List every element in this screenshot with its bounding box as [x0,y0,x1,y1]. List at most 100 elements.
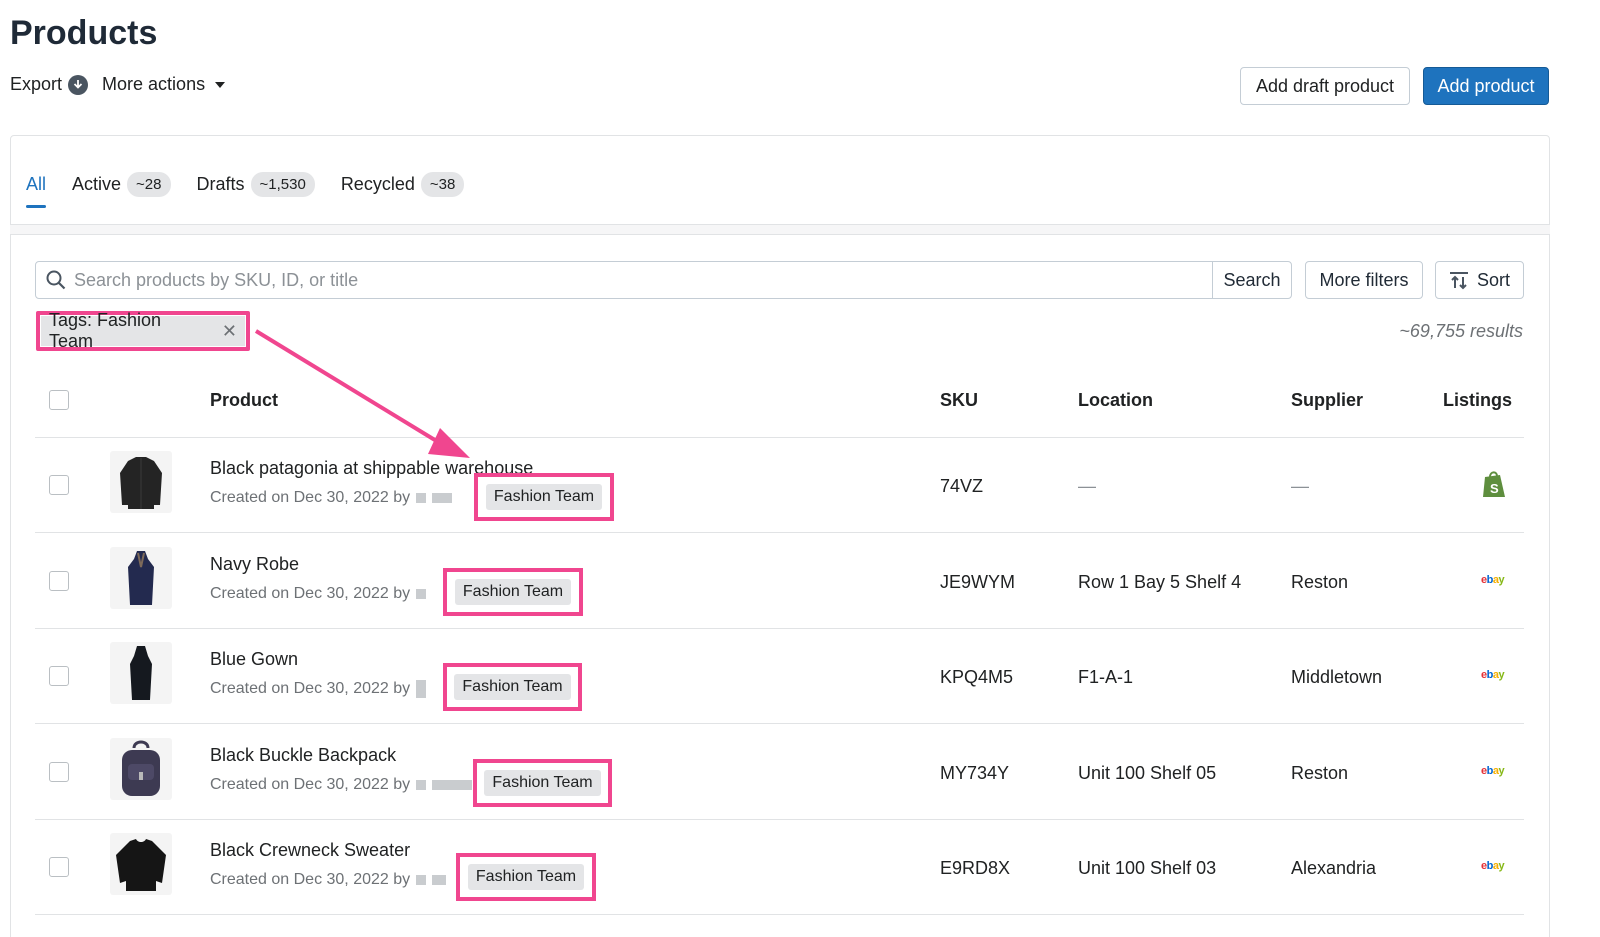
tab-label: Drafts [196,173,245,194]
ebay-icon[interactable]: ebay [1481,860,1505,872]
tab-label: Active [72,173,122,194]
row-checkbox[interactable] [49,762,69,782]
column-header-location[interactable]: Location [1078,390,1153,411]
results-count: ~69,755 results [1399,321,1523,341]
fashion-team-tag[interactable]: Fashion Team [485,484,603,510]
export-button[interactable]: Export [10,74,89,95]
row-checkbox[interactable] [49,475,69,495]
table-row[interactable]: Navy Robe Created on Dec 30, 2022 by Fas… [35,534,1524,629]
fashion-team-tag[interactable]: Fashion Team [454,579,572,605]
redacted-user [416,780,427,790]
sort-icon [1449,272,1468,290]
tag-highlight: Fashion Team [473,759,612,807]
tag-filter-chip-highlight: Tags: Fashion Team ✕ [36,310,250,351]
more-actions-button[interactable]: More actions [102,74,226,95]
column-header-listings[interactable]: Listings [1443,390,1512,411]
product-name[interactable]: Blue Gown [210,649,298,670]
table-row[interactable]: Blue Gown Created on Dec 30, 2022 by Fas… [35,629,1524,724]
created-text: Created on Dec 30, 2022 by [210,776,411,793]
gown-image [130,646,152,700]
location-cell: Unit 100 Shelf 03 [1078,858,1217,878]
row-checkbox[interactable] [49,857,69,877]
tabs-band [10,225,1550,235]
jacket-image [120,457,162,509]
column-header-supplier[interactable]: Supplier [1291,390,1363,411]
product-name[interactable]: Black Buckle Backpack [210,745,396,766]
location-cell: — [1078,476,1096,496]
product-thumbnail[interactable] [110,547,172,609]
row-checkbox[interactable] [49,666,69,686]
sweater-image [116,839,166,891]
backpack-image [122,740,160,796]
tag-filter-label: Tags: Fashion Team [49,310,162,351]
sku-cell: KPQ4M5 [940,667,1014,687]
supplier-cell: Alexandria [1291,858,1377,878]
sku-cell: 74VZ [940,476,984,496]
sort-label: Sort [1476,269,1510,290]
row-checkbox[interactable] [49,571,69,591]
fashion-team-tag[interactable]: Fashion Team [454,674,571,700]
search-button[interactable]: Search [1212,261,1292,299]
add-draft-product-button[interactable]: Add draft product [1240,67,1410,105]
caret-down-icon [215,81,226,88]
add-product-button[interactable]: Add product [1423,67,1549,105]
redacted-user [432,493,453,503]
fashion-team-tag[interactable]: Fashion Team [467,864,585,890]
location-cell: F1-A-1 [1078,667,1134,687]
product-thumbnail[interactable] [110,642,172,704]
more-filters-button[interactable]: More filters [1305,261,1423,299]
download-icon [68,74,89,95]
ebay-icon[interactable]: ebay [1481,574,1505,586]
search-field[interactable] [35,261,1213,299]
svg-text:S: S [1490,481,1499,496]
product-name[interactable]: Navy Robe [210,554,299,575]
tag-highlight: Fashion Team [443,568,583,616]
tab-active[interactable]: Active ~28 [72,168,171,200]
tab-label: Recycled [340,173,415,194]
shopify-icon[interactable]: S [1481,469,1507,499]
ebay-icon[interactable]: ebay [1481,669,1505,681]
created-info: Created on Dec 30, 2022 by [210,776,473,794]
product-thumbnail[interactable] [110,738,172,800]
created-info: Created on Dec 30, 2022 by [210,871,447,889]
product-name[interactable]: Black Crewneck Sweater [210,840,410,861]
tab-recycled[interactable]: Recycled ~38 [340,168,465,200]
sort-button[interactable]: Sort [1435,261,1524,299]
tab-count-badge: ~28 [127,171,171,197]
created-info: Created on Dec 30, 2022 by [210,489,453,507]
sku-cell: MY734Y [940,763,1010,783]
page-title: Products [10,14,158,52]
table-row[interactable]: Black Buckle Backpack Created on Dec 30,… [35,725,1524,820]
close-icon[interactable]: ✕ [222,321,237,342]
redacted-user [416,589,427,599]
created-text: Created on Dec 30, 2022 by [210,585,411,602]
tag-highlight: Fashion Team [474,473,614,521]
supplier-cell: — [1291,476,1309,496]
status-tabs: All Active ~28 Drafts ~1,530 Recycled ~3… [26,168,490,208]
product-thumbnail[interactable] [110,451,172,513]
tab-all[interactable]: All [26,168,47,208]
redacted-user [432,875,447,885]
ebay-icon[interactable]: ebay [1481,765,1505,777]
location-cell: Row 1 Bay 5 Shelf 4 [1078,572,1242,592]
tag-highlight: Fashion Team [443,663,582,711]
tag-filter-chip[interactable]: Tags: Fashion Team ✕ [41,310,245,351]
supplier-cell: Middletown [1291,667,1383,687]
column-header-sku[interactable]: SKU [940,390,978,411]
tab-label: All [26,173,47,194]
tab-drafts[interactable]: Drafts ~1,530 [197,168,315,200]
robe-image [128,551,154,605]
table-row[interactable]: Black patagonia at shippable warehouse C… [35,438,1524,533]
created-text: Created on Dec 30, 2022 by [210,871,411,888]
sku-cell: E9RD8X [940,858,1011,878]
tab-count-badge: ~38 [420,171,465,197]
table-row[interactable]: Black Crewneck Sweater Created on Dec 30… [35,820,1524,915]
select-all-checkbox[interactable] [49,390,69,410]
redacted-user [432,780,473,790]
redacted-user [416,680,427,698]
search-input[interactable] [74,269,1174,291]
column-header-product[interactable]: Product [210,390,278,411]
fashion-team-tag[interactable]: Fashion Team [484,770,601,796]
product-thumbnail[interactable] [110,833,172,895]
redacted-user [416,875,427,885]
